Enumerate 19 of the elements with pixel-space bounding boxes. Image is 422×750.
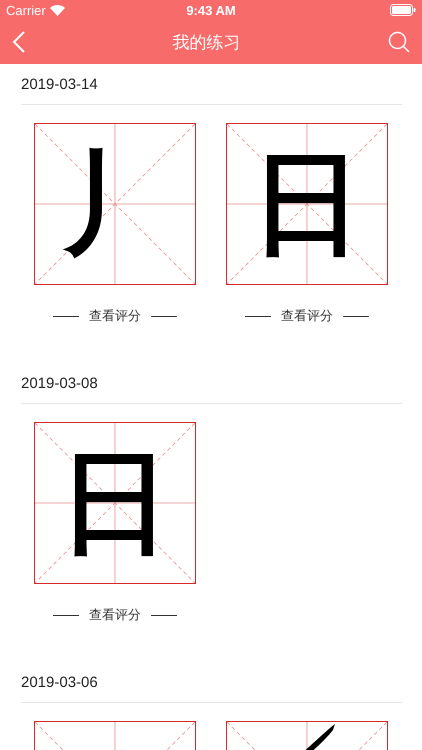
calligraphy-character: 日 [59, 447, 171, 559]
practice-grid[interactable]: 丿 [34, 123, 196, 285]
date-heading: 2019-03-08 [21, 375, 98, 392]
date-heading: 2019-03-14 [21, 76, 98, 93]
battery-icon [390, 4, 416, 16]
practice-grid[interactable]: 日 [34, 422, 196, 584]
back-icon[interactable] [12, 31, 25, 53]
practice-grid[interactable]: 日 [226, 123, 388, 285]
wifi-icon [50, 4, 65, 16]
view-score-link[interactable]: 查看评分 [89, 307, 141, 325]
time-label: 9:43 AM [186, 2, 236, 18]
page-title: 我的练习 [172, 32, 240, 54]
carrier-label: Carrier [6, 2, 46, 18]
calligraphy-character: 丿 [59, 148, 171, 260]
calligraphy-character: 日 [251, 148, 363, 260]
search-icon[interactable] [388, 31, 410, 53]
date-heading: 2019-03-06 [21, 674, 98, 691]
view-score-link[interactable]: 查看评分 [89, 606, 141, 624]
view-score-link[interactable]: 查看评分 [281, 307, 333, 325]
